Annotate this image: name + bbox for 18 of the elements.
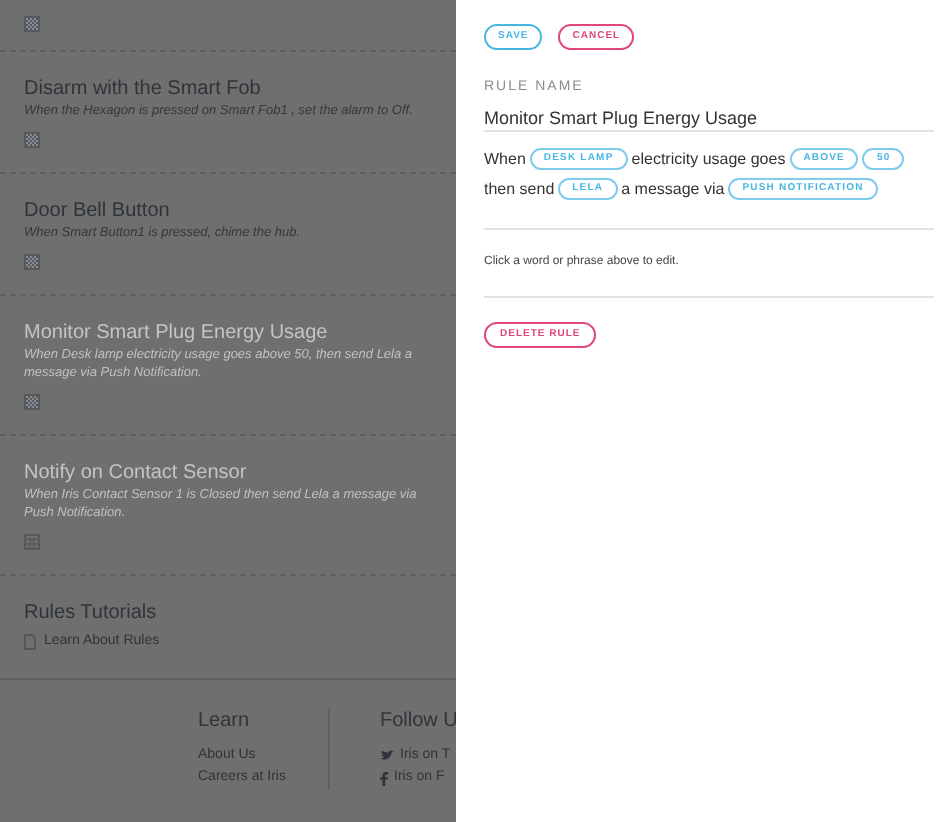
bird-icon: [380, 750, 394, 762]
document-icon: [24, 634, 36, 651]
device-icon: [24, 132, 40, 148]
rule-title[interactable]: Door Bell Button: [24, 198, 432, 224]
section-title: Rules Tutorials: [24, 600, 159, 626]
device-icon: [24, 16, 40, 32]
footer-heading: Follow U: [380, 707, 456, 733]
rule-name-field[interactable]: Monitor Smart Plug Energy Usage: [484, 104, 934, 132]
device-icon: [24, 254, 40, 270]
sentence-text: a message via: [621, 178, 725, 200]
sentence-text: then send: [484, 178, 555, 200]
calendar-icon: [24, 534, 40, 550]
footer-heading: Learn: [198, 707, 252, 733]
sentence-text: electricity usage goes: [631, 148, 786, 170]
facebook-icon: [380, 771, 388, 785]
rule-title[interactable]: Disarm with the Smart Fob: [24, 76, 432, 102]
sentence-text: When: [484, 148, 526, 170]
device-icon: [24, 394, 40, 410]
